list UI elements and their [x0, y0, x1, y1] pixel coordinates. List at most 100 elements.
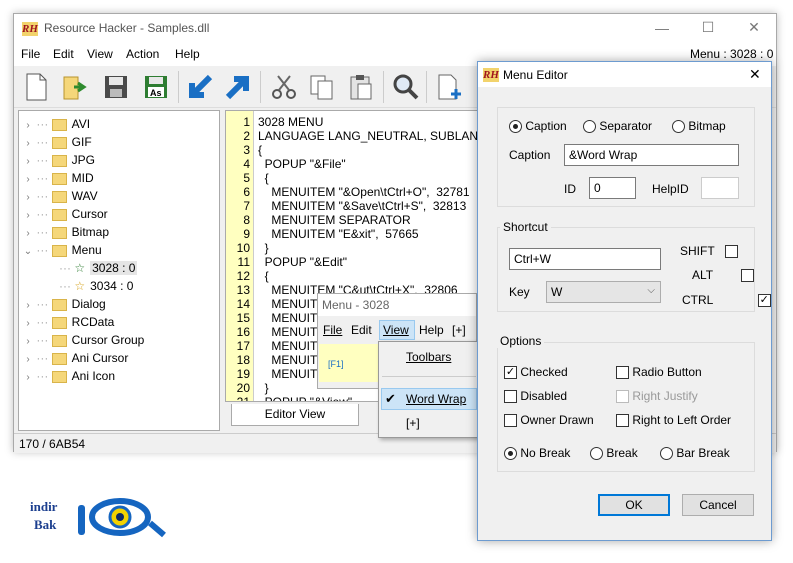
new-file-icon[interactable] [20, 71, 52, 103]
cancel-button[interactable]: Cancel [682, 494, 754, 516]
code-line: MENUIT [258, 353, 318, 367]
find-icon[interactable] [389, 71, 421, 103]
folder-icon [51, 118, 67, 131]
preview-menu-file[interactable]: File [323, 323, 342, 337]
key-label: Key [509, 285, 530, 299]
code-line: MENUIT [258, 339, 318, 353]
cut-icon[interactable] [268, 71, 300, 103]
code-line: MENUITEM "&Open\tCtrl+O", 32781 [258, 185, 470, 199]
open-icon[interactable] [58, 71, 90, 103]
dropdown-item-toolbars[interactable]: Toolbars [406, 350, 451, 364]
code-line: MENUITEM "&Save\tCtrl+S", 32813 [258, 199, 467, 213]
tree-item-label: Dialog [71, 297, 106, 311]
checked-option[interactable]: ✓ Checked [504, 365, 568, 380]
radio-button-checkbox[interactable] [616, 366, 629, 380]
radio-caption[interactable]: Caption [509, 119, 567, 134]
preview-menu-help[interactable]: Help [419, 323, 444, 337]
tree-item-5[interactable]: › ··· Cursor [23, 205, 108, 223]
radio-separator[interactable]: Separator [583, 119, 652, 134]
dropdown-item-add[interactable]: [+] [406, 416, 420, 430]
code-line: { [258, 143, 263, 157]
import-icon[interactable] [184, 71, 216, 103]
disabled-checkbox[interactable] [504, 390, 517, 404]
tree-item-menu-9[interactable]: ··· ☆ 3034 : 0 [59, 277, 133, 295]
tab-editor-view[interactable]: Editor View [231, 404, 359, 426]
ctrl-checkbox[interactable]: ✓ [757, 294, 771, 308]
dropdown-item-word-wrap-label: Word Wrap [406, 392, 467, 406]
checkmark-icon: ✔ [385, 391, 396, 406]
rtl-option[interactable]: Right to Left Order [616, 413, 731, 428]
rtl-checkbox[interactable] [616, 414, 629, 428]
export-icon[interactable] [222, 71, 254, 103]
maximize-icon[interactable]: ☐ [685, 19, 731, 36]
chevron-right-icon[interactable]: › [23, 369, 33, 387]
radio-bar-break-dot[interactable] [660, 447, 673, 461]
preview-menu-edit[interactable]: Edit [351, 323, 372, 337]
radio-break[interactable]: Break [590, 446, 638, 461]
radio-bitmap-dot[interactable] [672, 120, 685, 134]
key-select[interactable]: W ⌵ [546, 281, 661, 303]
tree-item-14[interactable]: › ··· Ani Icon [23, 367, 115, 385]
radio-no-break[interactable]: No Break [504, 446, 570, 461]
preview-menu-add[interactable]: [+] [452, 323, 466, 337]
chevron-down-icon[interactable]: ⌄ [23, 243, 33, 261]
menu-help[interactable]: Help [175, 47, 200, 61]
paste-icon[interactable] [345, 71, 377, 103]
folder-icon [51, 172, 67, 185]
tree-item-3[interactable]: › ··· MID [23, 169, 93, 187]
tree-item-2[interactable]: › ··· JPG [23, 151, 95, 169]
helpid-field[interactable] [701, 177, 739, 199]
tree-item-13[interactable]: › ··· Ani Cursor [23, 349, 128, 367]
tree-item-menu-8[interactable]: ··· ☆ 3028 : 0 [59, 259, 138, 277]
menu-file[interactable]: File [21, 47, 40, 61]
tree-item-7[interactable]: ⌄ ··· Menu [23, 241, 102, 259]
radio-bar-break[interactable]: Bar Break [660, 446, 730, 461]
radio-button-label: Radio Button [632, 365, 702, 379]
save-as-icon[interactable]: As [140, 71, 172, 103]
radio-bitmap[interactable]: Bitmap [672, 119, 726, 134]
menu-action[interactable]: Action [126, 47, 159, 61]
radio-bitmap-label: Bitmap [688, 119, 726, 133]
radio-separator-dot[interactable] [583, 120, 596, 134]
owner-drawn-checkbox[interactable] [504, 414, 517, 428]
radio-break-dot[interactable] [590, 447, 603, 461]
tree-item-1[interactable]: › ··· GIF [23, 133, 91, 151]
disabled-label: Disabled [520, 389, 568, 403]
add-resource-icon[interactable] [434, 71, 466, 103]
save-icon[interactable] [100, 71, 132, 103]
shortcut-field[interactable]: Ctrl+W [509, 248, 661, 270]
code-line: MENUITEM SEPARATOR [258, 213, 411, 227]
tree-item-12[interactable]: › ··· Cursor Group [23, 331, 144, 349]
dropdown-item-word-wrap[interactable]: ✔ Word Wrap [381, 388, 477, 410]
tree-item-4[interactable]: › ··· WAV [23, 187, 97, 205]
toolbar-separator [260, 71, 261, 103]
checked-checkbox[interactable]: ✓ [504, 366, 517, 380]
close-icon[interactable]: ✕ [731, 19, 777, 36]
preview-menu-view[interactable]: View [379, 320, 415, 340]
radio-caption-dot[interactable] [509, 120, 522, 134]
radio-button-option[interactable]: Radio Button [616, 365, 702, 380]
caption-field[interactable]: &Word Wrap [564, 144, 739, 166]
disabled-option[interactable]: Disabled [504, 389, 568, 404]
key-select-value: W [551, 285, 563, 299]
ok-button[interactable]: OK [598, 494, 670, 516]
radio-no-break-dot[interactable] [504, 447, 517, 461]
tree-item-0[interactable]: › ··· AVI [23, 115, 90, 133]
menu-view[interactable]: View [87, 47, 113, 61]
id-field[interactable]: 0 [589, 177, 636, 199]
resource-tree[interactable]: › ··· AVI › ··· GIF › ··· JPG › ··· MID › ··… [18, 110, 220, 431]
menu-edit[interactable]: Edit [53, 47, 74, 61]
copy-icon[interactable] [306, 71, 338, 103]
dropdown-separator [382, 376, 476, 377]
alt-checkbox[interactable] [741, 269, 755, 283]
minimize-icon[interactable]: — [639, 20, 685, 36]
tree-item-10[interactable]: › ··· Dialog [23, 295, 106, 313]
shift-checkbox[interactable] [725, 245, 738, 259]
dialog-close-icon[interactable]: ✕ [749, 66, 761, 83]
owner-drawn-option[interactable]: Owner Drawn [504, 413, 594, 428]
tree-item-6[interactable]: › ··· Bitmap [23, 223, 109, 241]
tree-item-label: Menu [71, 243, 102, 257]
tree-item-label: Ani Icon [71, 369, 116, 383]
tree-item-label: Cursor [71, 207, 108, 221]
tree-item-11[interactable]: › ··· RCData [23, 313, 114, 331]
